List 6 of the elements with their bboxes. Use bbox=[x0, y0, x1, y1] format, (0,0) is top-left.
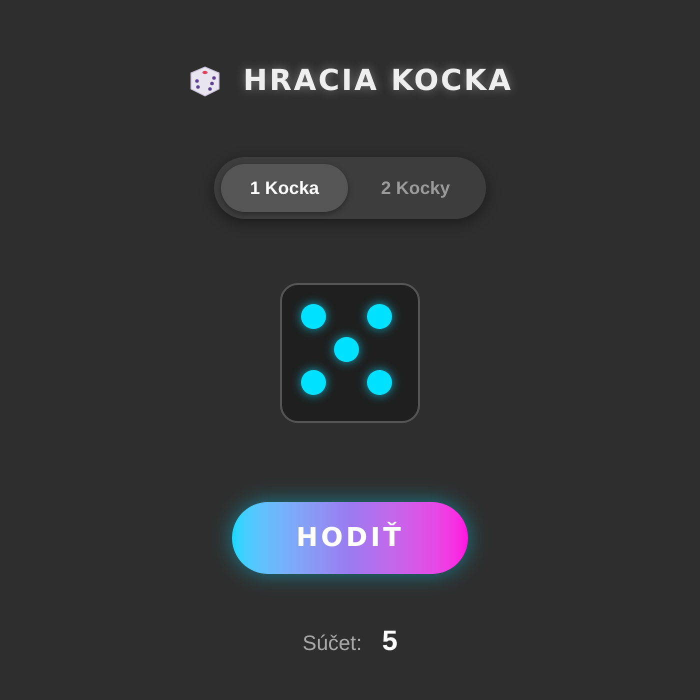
mode-tab[interactable]: 2 Kocky bbox=[352, 164, 479, 212]
roll-button[interactable]: HODIŤ bbox=[232, 502, 468, 574]
app-title: HRACIA KOCKA bbox=[243, 62, 513, 100]
sum-value: 5 bbox=[382, 624, 398, 658]
sum-label: Súčet: bbox=[302, 631, 362, 657]
mode-tab[interactable]: 1 Kocka bbox=[221, 164, 348, 212]
